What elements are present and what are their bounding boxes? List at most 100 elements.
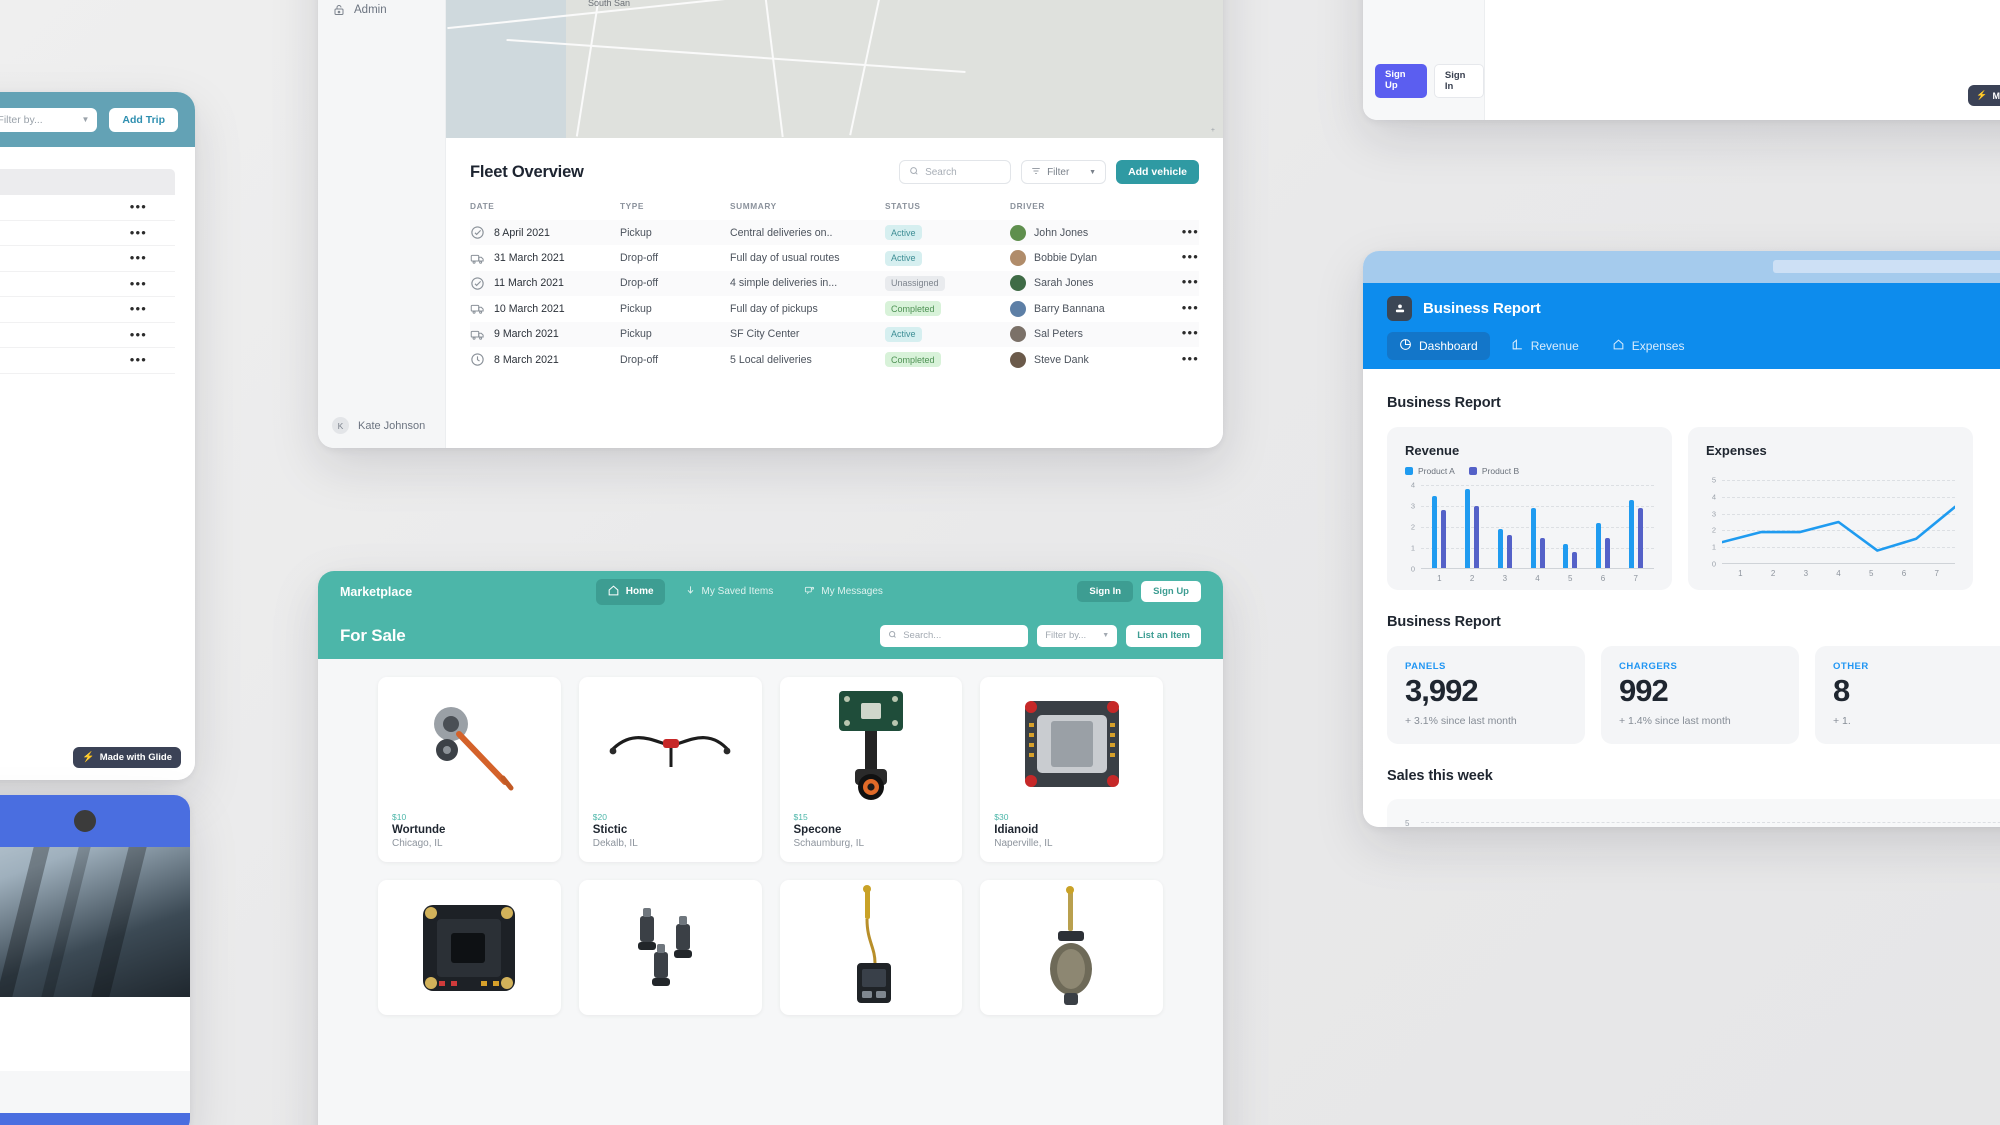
made-with-glide-badge[interactable]: ⚡ Made with Glide bbox=[1968, 85, 2000, 106]
nav-item-home[interactable]: Home bbox=[595, 578, 665, 605]
y-tick: 1 bbox=[1711, 542, 1716, 552]
map-zoom-control[interactable]: + bbox=[1211, 127, 1215, 134]
revenue-plot: 0 1 2 3 4 bbox=[1405, 481, 1654, 574]
tab-dashboard[interactable]: Dashboard bbox=[1387, 332, 1490, 360]
stat-key: PANELS bbox=[1405, 661, 1446, 672]
nav-label: My Messages bbox=[821, 586, 883, 597]
product-location: Dekalb, IL bbox=[592, 838, 638, 849]
fleet-map[interactable]: Alameda Anthony Chabot Regional Park San… bbox=[446, 0, 1223, 138]
made-with-glide-badge[interactable]: ⚡ Made with Glide bbox=[73, 747, 181, 768]
row-menu-icon[interactable]: ••• bbox=[130, 251, 147, 264]
row-menu-icon[interactable]: ••• bbox=[1182, 351, 1199, 366]
avatar bbox=[1010, 326, 1026, 343]
sign-in-button[interactable]: Sign In bbox=[1077, 581, 1134, 602]
row-menu-icon[interactable]: ••• bbox=[1182, 274, 1199, 289]
cell-summary: SF City Center bbox=[730, 321, 885, 347]
stat-value: 8 bbox=[1833, 673, 1850, 708]
row-menu-icon[interactable]: ••• bbox=[1182, 249, 1199, 264]
table-row[interactable]: ••• bbox=[0, 348, 175, 374]
row-menu-icon[interactable]: ••• bbox=[130, 302, 147, 315]
table-row[interactable]: 8 March 2021 Drop-off 5 Local deliveries Co… bbox=[470, 347, 1199, 372]
list-an-item-button[interactable]: List an Item bbox=[1126, 624, 1201, 647]
brand-label: Marketplace bbox=[340, 584, 413, 599]
home-icon bbox=[607, 584, 620, 600]
row-menu-icon[interactable]: ••• bbox=[130, 277, 147, 290]
row-menu-icon[interactable]: ••• bbox=[130, 353, 147, 366]
product-card[interactable] bbox=[779, 880, 963, 1015]
x-tick-label: 2 bbox=[1770, 569, 1776, 578]
cell-summary: 4 simple deliveries in... bbox=[730, 270, 885, 297]
product-card[interactable] bbox=[980, 880, 1163, 1015]
table-row[interactable]: ••• bbox=[0, 221, 175, 246]
filter-dropdown[interactable]: Filter by... ▼ bbox=[1037, 624, 1118, 647]
sign-in-button[interactable]: Sign In bbox=[1433, 64, 1484, 98]
product-card[interactable] bbox=[578, 880, 762, 1015]
tab-revenue[interactable]: Revenue bbox=[1499, 332, 1591, 360]
sidebar-user[interactable]: K Kate Johnson bbox=[332, 417, 425, 434]
x-tick-label: 5 bbox=[1568, 574, 1573, 583]
sales-title: Sales this week bbox=[1387, 768, 1493, 784]
revenue-x-labels: 1 2 3 4 5 6 7 bbox=[1423, 574, 1652, 583]
cell-date: 10 March 2021 bbox=[470, 296, 620, 321]
product-card[interactable]: $15 Specone Schaumburg, IL bbox=[779, 677, 963, 862]
row-menu-icon[interactable]: ••• bbox=[1182, 300, 1199, 315]
add-trip-button[interactable]: Add Trip bbox=[109, 107, 178, 132]
stat-card: OTHER 8 + 1. bbox=[1815, 646, 2000, 744]
message-icon bbox=[804, 585, 815, 599]
row-menu-icon[interactable]: ••• bbox=[130, 200, 147, 213]
product-card[interactable] bbox=[378, 880, 561, 1015]
nav-item-my-saved-items[interactable]: My Saved Items bbox=[674, 579, 785, 605]
cell-driver: John Jones bbox=[1010, 220, 1170, 246]
bar bbox=[1572, 552, 1578, 569]
cell-actions[interactable]: ••• bbox=[1170, 270, 1199, 297]
row-menu-icon[interactable]: ••• bbox=[130, 328, 147, 341]
table-row[interactable]: 9 March 2021 Pickup SF City Center Active Sa… bbox=[470, 321, 1199, 347]
product-card[interactable]: $10 Wortunde Chicago, IL bbox=[378, 677, 561, 862]
x-tick-label: 3 bbox=[1502, 574, 1508, 583]
sidebar-item-admin[interactable]: Admin bbox=[318, 0, 445, 30]
add-vehicle-button[interactable]: Add vehicle bbox=[1116, 160, 1199, 184]
table-row[interactable]: ••• bbox=[0, 195, 175, 221]
cell-actions[interactable]: ••• bbox=[1170, 296, 1199, 321]
table-row[interactable]: 31 March 2021 Drop-off Full day of usual r… bbox=[470, 245, 1199, 270]
avatar[interactable] bbox=[72, 808, 98, 834]
bar-group bbox=[1488, 485, 1521, 569]
row-menu-icon[interactable]: ••• bbox=[130, 226, 147, 239]
table-row[interactable]: 8 April 2021 Pickup Central deliveries on.… bbox=[470, 220, 1199, 246]
table-row[interactable]: 10 March 2021 Pickup Full day of pickups Co… bbox=[470, 296, 1199, 321]
filter-dropdown[interactable]: Filter ▼ bbox=[1021, 160, 1107, 184]
cell-actions[interactable]: ••• bbox=[1170, 347, 1199, 372]
business-report-header: Business Report Dashboard Revenue Expenses bbox=[1363, 283, 2000, 369]
y-tick: 4 bbox=[1410, 480, 1415, 490]
hero-photo bbox=[0, 847, 190, 997]
cell-actions[interactable]: ••• bbox=[1170, 245, 1199, 270]
row-menu-icon[interactable]: ••• bbox=[1182, 224, 1199, 239]
table-row[interactable]: 11 March 2021 Drop-off 4 simple deliveries… bbox=[470, 270, 1199, 297]
search-input[interactable]: Search bbox=[899, 160, 1012, 184]
y-tick: 5 bbox=[1405, 819, 1410, 827]
address-bar[interactable] bbox=[1773, 260, 2000, 273]
table-row[interactable]: ••• bbox=[0, 297, 175, 323]
product-card[interactable]: $20 Stictic Dekalb, IL bbox=[578, 677, 762, 862]
date-text: 11 March 2021 bbox=[494, 277, 564, 290]
sign-up-button[interactable]: Sign Up bbox=[1141, 581, 1201, 602]
table-row[interactable]: ••• bbox=[0, 246, 175, 272]
bar bbox=[1432, 495, 1438, 569]
table-row[interactable]: ••• bbox=[0, 323, 175, 348]
filter-icon bbox=[1031, 166, 1041, 179]
row-menu-icon[interactable]: ••• bbox=[1182, 325, 1199, 340]
bar-group bbox=[1587, 485, 1620, 569]
cell-actions[interactable]: ••• bbox=[1170, 220, 1199, 246]
product-card[interactable]: $30 Idianoid Naperville, IL bbox=[980, 677, 1163, 862]
sign-up-button[interactable]: Sign Up bbox=[1375, 64, 1427, 98]
x-tick-label: 1 bbox=[1437, 574, 1442, 583]
table-row[interactable]: ••• bbox=[0, 272, 175, 297]
cell-date: 31 March 2021 bbox=[470, 245, 620, 270]
nav-item-my-messages[interactable]: My Messages bbox=[793, 579, 894, 605]
cell-driver: Barry Bannana bbox=[1010, 296, 1170, 321]
tab-expenses[interactable]: Expenses bbox=[1600, 332, 1697, 360]
trips-filter-select[interactable]: Filter by... ▼ bbox=[0, 107, 98, 132]
driver-name: Sarah Jones bbox=[1034, 277, 1094, 290]
cell-actions[interactable]: ••• bbox=[1170, 321, 1199, 347]
search-input[interactable]: Search... bbox=[880, 624, 1029, 647]
